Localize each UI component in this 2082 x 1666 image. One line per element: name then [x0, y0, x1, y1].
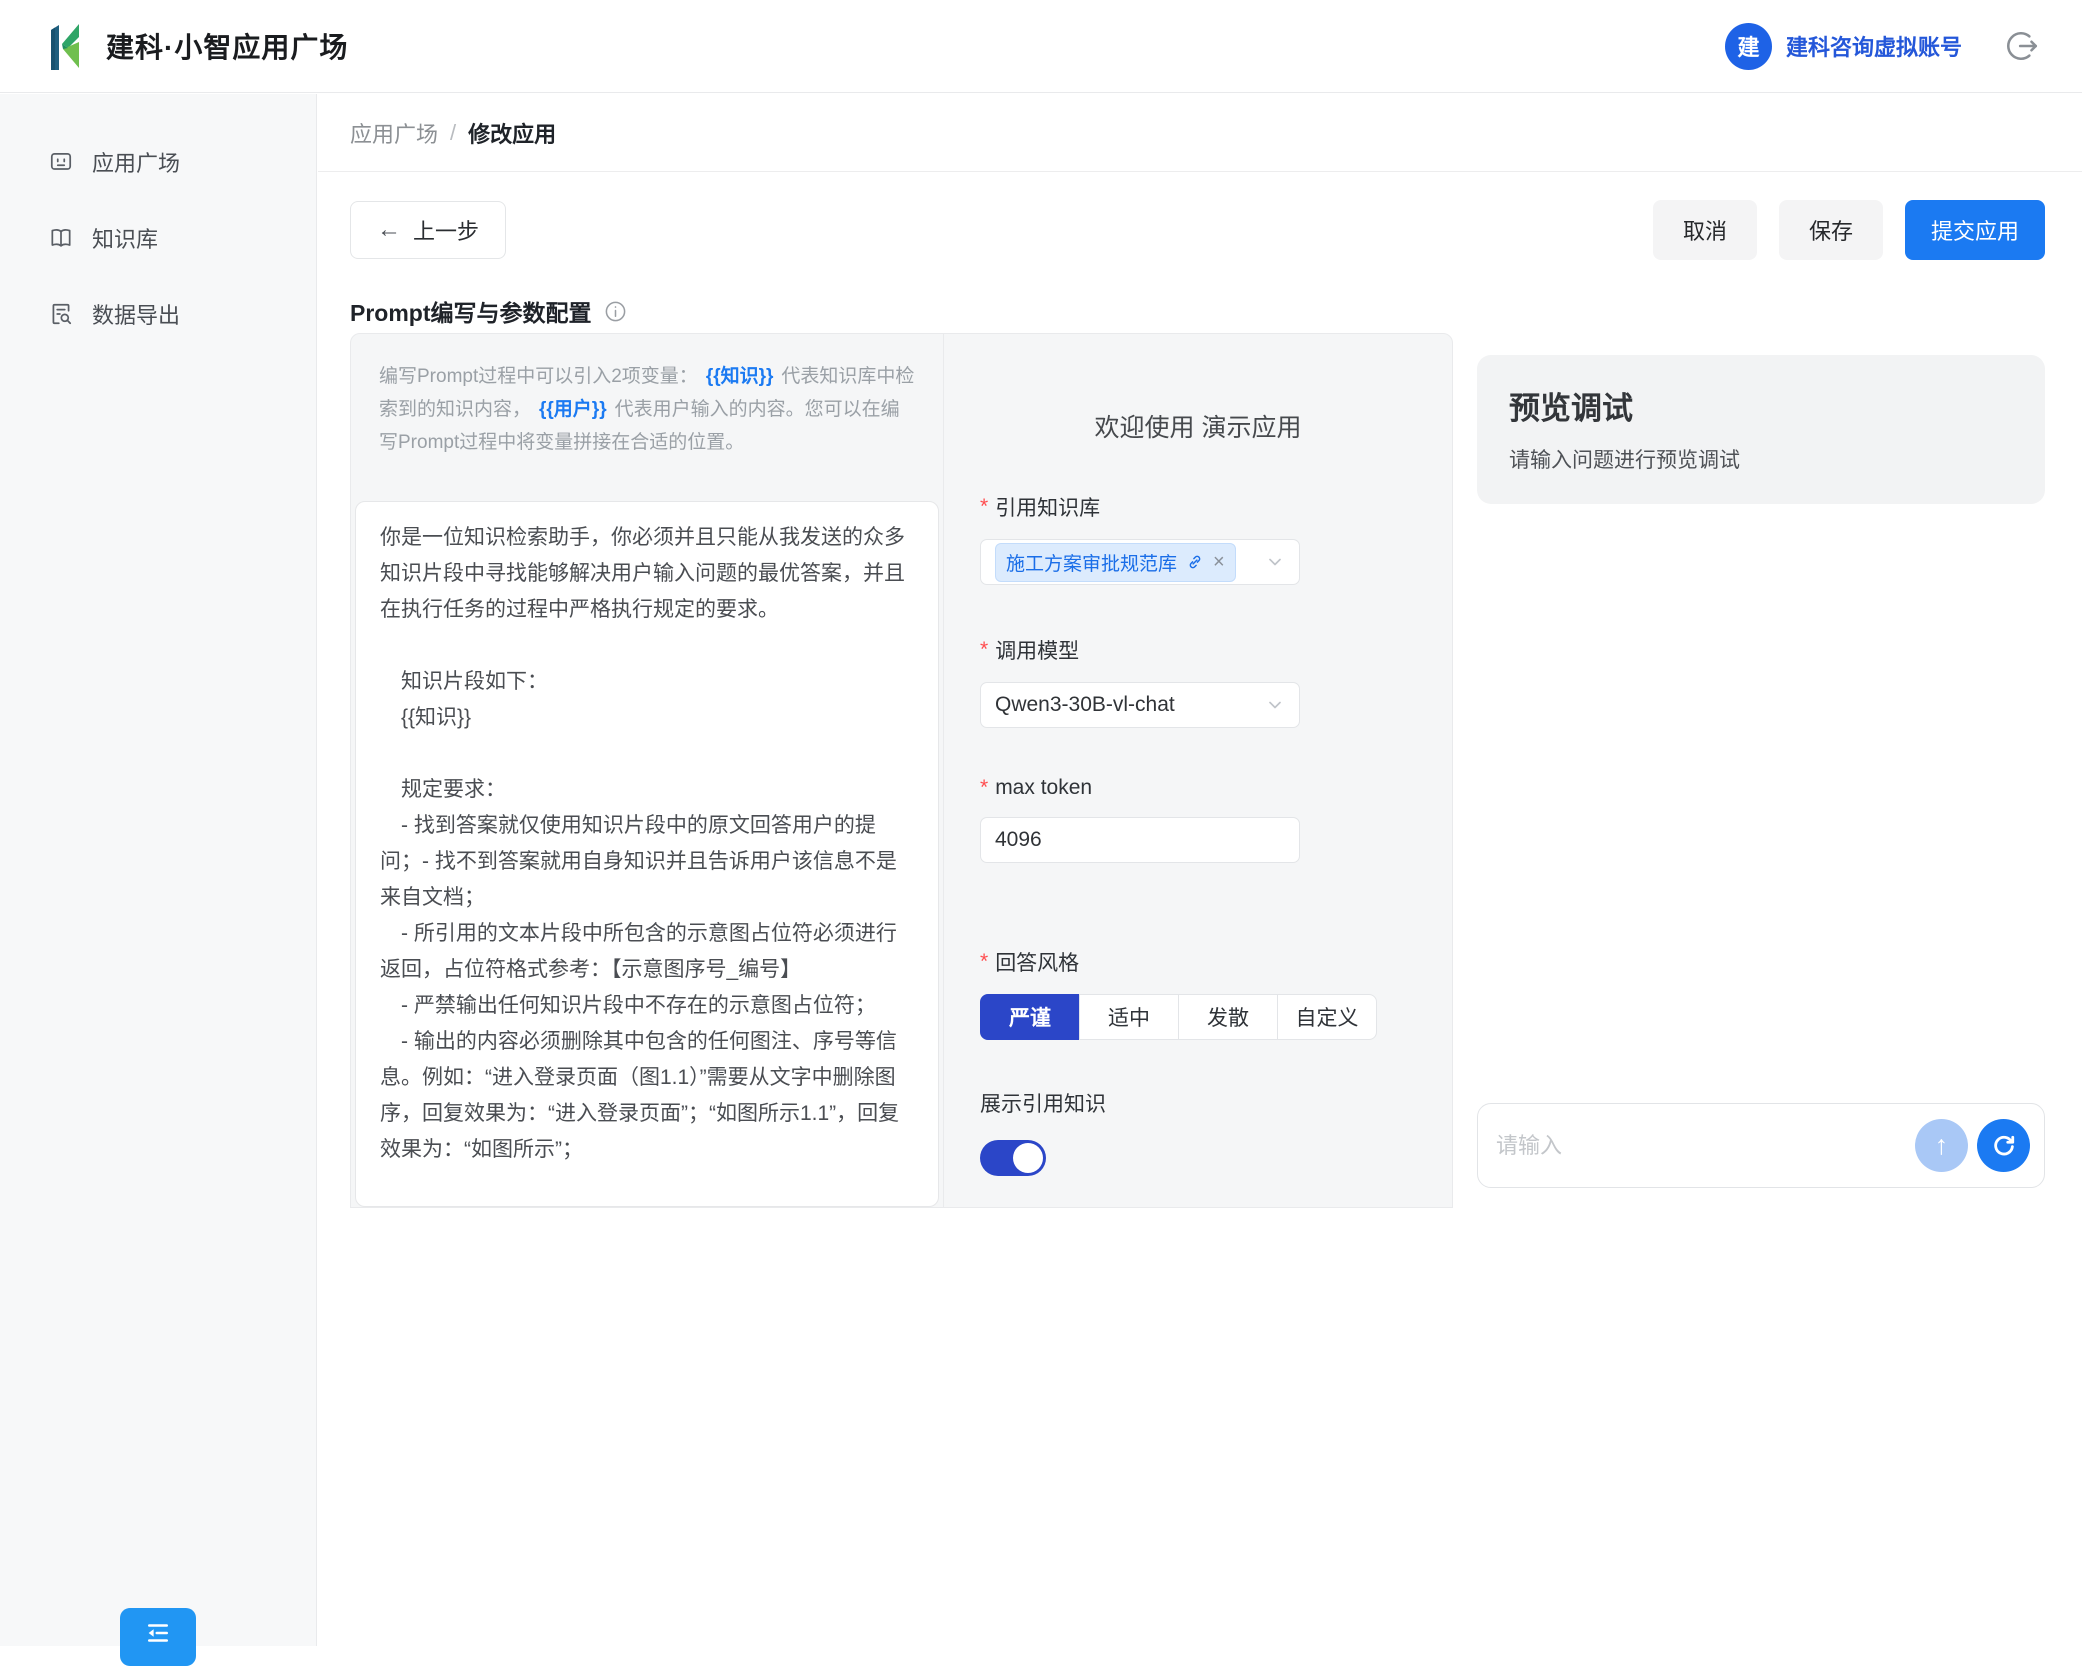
- params-column: 欢迎使用 演示应用 * 引用知识库 施工方案审批规范库 ×: [944, 334, 1452, 1207]
- chevron-down-icon: [1265, 695, 1285, 715]
- section-header: Prompt编写与参数配置: [350, 294, 2082, 328]
- tag-close-icon[interactable]: ×: [1213, 551, 1225, 574]
- save-button[interactable]: 保存: [1779, 200, 1883, 260]
- sidebar: 应用广场 知识库 数据导出: [0, 94, 317, 1646]
- max-token-label: * max token: [980, 776, 1452, 800]
- prompt-textarea[interactable]: 你是一位知识检索助手，你必须并且只能从我发送的众多知识片段中寻找能够解决用户输入…: [380, 520, 916, 1207]
- section-title: Prompt编写与参数配置: [350, 294, 592, 328]
- reset-conversation-button[interactable]: [1977, 1119, 2030, 1172]
- knowledge-variable: {{知识}}: [706, 366, 774, 387]
- send-button[interactable]: ↑: [1915, 1119, 1968, 1172]
- data-export-icon: [48, 301, 74, 327]
- back-button[interactable]: ← 上一步: [350, 201, 506, 259]
- app-plaza-icon: [48, 149, 74, 175]
- answer-style-option-custom[interactable]: 自定义: [1277, 994, 1377, 1040]
- model-label: * 调用模型: [980, 635, 1452, 665]
- info-icon[interactable]: [604, 300, 627, 323]
- reset-icon: [1990, 1132, 2018, 1160]
- show-reference-label-text: 展示引用知识: [980, 1088, 1106, 1118]
- user-variable: {{用户}}: [539, 399, 607, 420]
- welcome-title: 欢迎使用 演示应用: [980, 408, 1452, 444]
- knowledge-base-icon: [48, 225, 74, 251]
- app-logo-icon: [42, 20, 90, 72]
- preview-subtitle: 请输入问题进行预览调试: [1509, 444, 2013, 474]
- knowledge-base-label: * 引用知识库: [980, 492, 1452, 522]
- sidebar-item-app-plaza[interactable]: 应用广场: [0, 124, 316, 200]
- show-reference-label: 展示引用知识: [980, 1088, 1452, 1118]
- show-reference-toggle[interactable]: [980, 1140, 1046, 1176]
- prompt-column: 编写Prompt过程中可以引入2项变量：{{知识}}代表知识库中检索到的知识内容…: [351, 334, 944, 1207]
- app-title: 建科·小智应用广场: [106, 26, 348, 66]
- answer-style-option-divergent[interactable]: 发散: [1178, 994, 1278, 1040]
- knowledge-base-tag-label: 施工方案审批规范库: [1006, 549, 1177, 576]
- breadcrumb-current: 修改应用: [468, 117, 556, 149]
- avatar[interactable]: 建: [1725, 23, 1772, 70]
- prompt-variable-hint: 编写Prompt过程中可以引入2项变量：{{知识}}代表知识库中检索到的知识内容…: [379, 360, 917, 459]
- toolbar: ← 上一步 取消 保存 提交应用: [350, 200, 2045, 260]
- chat-input[interactable]: [1496, 1133, 1915, 1159]
- max-token-label-text: max token: [995, 776, 1092, 800]
- knowledge-base-label-text: 引用知识库: [995, 492, 1100, 522]
- breadcrumb-parent[interactable]: 应用广场: [350, 117, 438, 149]
- submit-app-button[interactable]: 提交应用: [1905, 200, 2045, 260]
- cancel-button[interactable]: 取消: [1653, 200, 1757, 260]
- hint-prefix: 编写Prompt过程中可以引入2项变量：: [379, 366, 698, 387]
- model-label-text: 调用模型: [995, 635, 1079, 665]
- sidebar-item-knowledge-base[interactable]: 知识库: [0, 200, 316, 276]
- user-name[interactable]: 建科咨询虚拟账号: [1786, 30, 1962, 62]
- sidebar-item-label: 应用广场: [92, 146, 180, 178]
- breadcrumb-separator: /: [450, 120, 456, 146]
- prompt-config-panel: 编写Prompt过程中可以引入2项变量：{{知识}}代表知识库中检索到的知识内容…: [350, 333, 1453, 1208]
- breadcrumb: 应用广场 / 修改应用: [318, 94, 2082, 172]
- sidebar-item-label: 知识库: [92, 222, 158, 254]
- required-star: *: [980, 776, 988, 800]
- prompt-editor-card: 你是一位知识检索助手，你必须并且只能从我发送的众多知识片段中寻找能够解决用户输入…: [355, 501, 939, 1207]
- preview-header-box: 预览调试 请输入问题进行预览调试: [1477, 355, 2045, 504]
- answer-style-option-strict[interactable]: 严谨: [980, 994, 1080, 1040]
- link-icon: [1186, 553, 1204, 571]
- chat-input-box: ↑: [1477, 1103, 2045, 1188]
- sidebar-item-data-export[interactable]: 数据导出: [0, 276, 316, 352]
- answer-style-option-moderate[interactable]: 适中: [1079, 994, 1179, 1040]
- logout-icon[interactable]: [2006, 29, 2040, 63]
- answer-style-label: * 回答风格: [980, 947, 1452, 977]
- required-star: *: [980, 638, 988, 662]
- preview-title: 预览调试: [1509, 383, 2013, 428]
- toggle-knob: [1013, 1143, 1043, 1173]
- model-select-value: Qwen3-30B-vl-chat: [995, 693, 1175, 717]
- back-arrow-icon: ←: [377, 216, 401, 244]
- chevron-down-icon: [1265, 552, 1285, 572]
- knowledge-base-select[interactable]: 施工方案审批规范库 ×: [980, 539, 1300, 585]
- main-content: 应用广场 / 修改应用 ← 上一步 取消 保存 提交应用 Prompt编写与参数…: [318, 94, 2082, 1646]
- back-button-label: 上一步: [413, 214, 479, 246]
- preview-column: 预览调试 请输入问题进行预览调试 ↑: [1453, 333, 2082, 1208]
- collapse-sidebar-icon: [143, 1618, 173, 1648]
- model-select[interactable]: Qwen3-30B-vl-chat: [980, 682, 1300, 728]
- knowledge-base-tag[interactable]: 施工方案审批规范库 ×: [995, 543, 1236, 582]
- sidebar-item-label: 数据导出: [92, 298, 180, 330]
- answer-style-segments: 严谨 适中 发散 自定义: [980, 994, 1452, 1040]
- app-header: 建科·小智应用广场 建 建科咨询虚拟账号: [0, 0, 2082, 93]
- required-star: *: [980, 950, 988, 974]
- required-star: *: [980, 495, 988, 519]
- collapse-sidebar-button[interactable]: [120, 1608, 196, 1666]
- max-token-input[interactable]: [980, 817, 1300, 863]
- answer-style-label-text: 回答风格: [995, 947, 1079, 977]
- config-panel-row: 编写Prompt过程中可以引入2项变量：{{知识}}代表知识库中检索到的知识内容…: [350, 333, 2082, 1208]
